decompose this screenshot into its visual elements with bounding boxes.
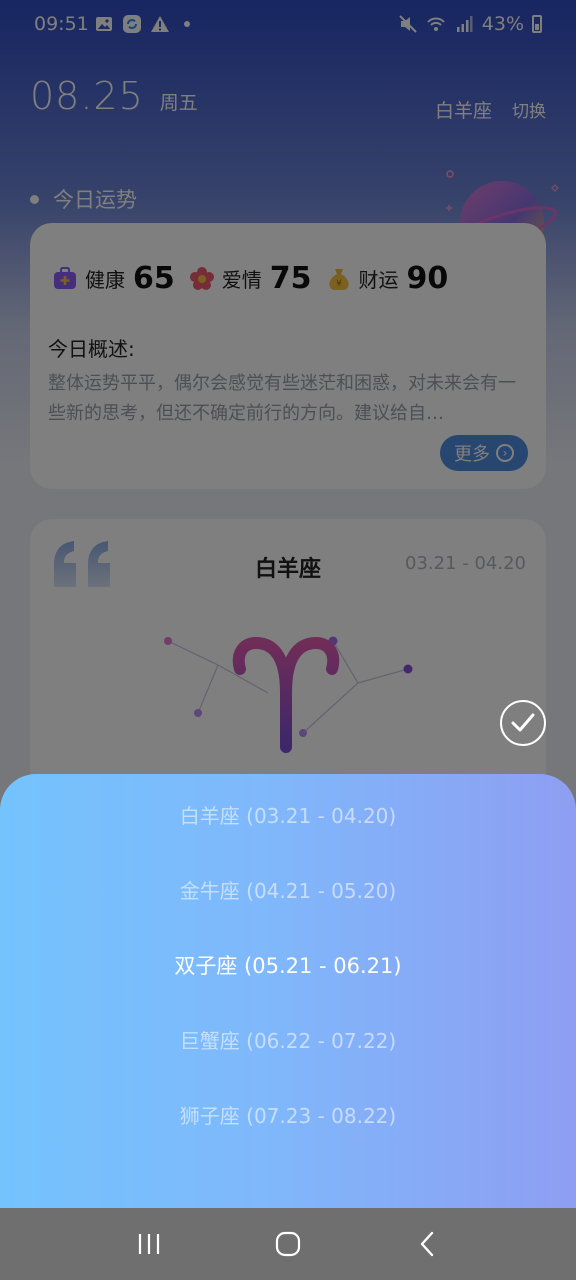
back-button[interactable]	[407, 1224, 447, 1264]
confirm-button[interactable]	[500, 700, 546, 746]
picker-option-cancer[interactable]: 巨蟹座 (06.22 - 07.22)	[0, 1025, 576, 1054]
zodiac-picker[interactable]: 白羊座 (03.21 - 04.20) 金牛座 (04.21 - 05.20) …	[0, 774, 576, 1208]
recent-apps-button[interactable]	[129, 1224, 169, 1264]
check-icon	[511, 713, 535, 732]
picker-option-leo[interactable]: 狮子座 (07.23 - 08.22)	[0, 1100, 576, 1129]
picker-option-taurus[interactable]: 金牛座 (04.21 - 05.20)	[0, 875, 576, 904]
home-icon	[275, 1231, 301, 1257]
back-icon	[420, 1231, 433, 1257]
recent-apps-icon	[139, 1234, 160, 1254]
picker-option-aries[interactable]: 白羊座 (03.21 - 04.20)	[0, 800, 576, 829]
picker-option-gemini[interactable]: 双子座 (05.21 - 06.21)	[0, 950, 576, 980]
navigation-bar	[0, 1208, 576, 1280]
home-button[interactable]	[268, 1224, 308, 1264]
